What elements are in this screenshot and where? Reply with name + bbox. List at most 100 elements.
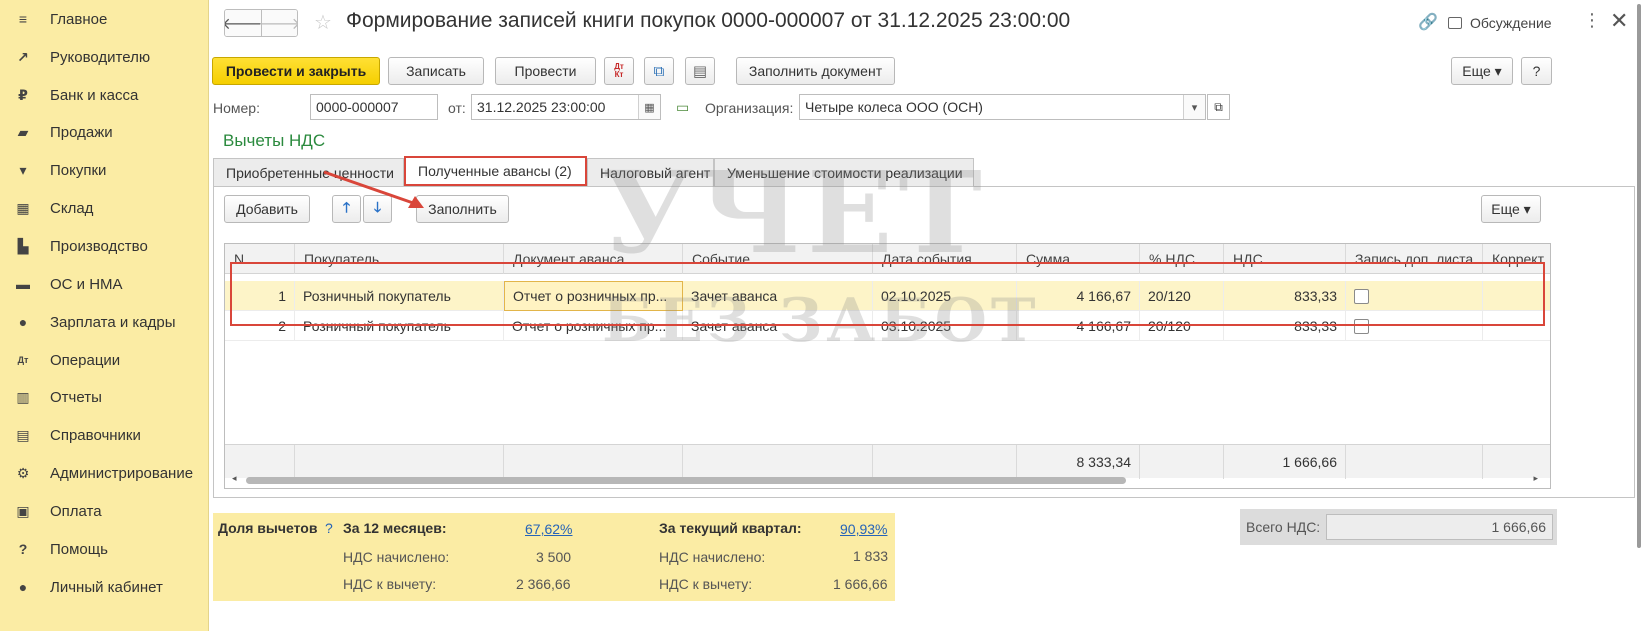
sidebar-item[interactable]: ▥ Отчеты xyxy=(0,378,209,416)
add-button[interactable]: Добавить xyxy=(224,195,310,223)
fill-document-button[interactable]: Заполнить документ xyxy=(736,57,895,85)
table-more-button[interactable]: Еще ▾ xyxy=(1481,195,1541,223)
column-header[interactable]: N xyxy=(225,244,295,274)
link-icon[interactable]: 🔗 xyxy=(1418,12,1438,32)
deductions-label: Доля вычетов xyxy=(218,520,318,536)
sidebar-item[interactable]: ● Личный кабинет xyxy=(0,568,209,606)
discussion-button[interactable]: Обсуждение xyxy=(1448,15,1552,31)
calendar-icon[interactable]: ▦ xyxy=(638,95,660,119)
table-cell-rate[interactable]: 20/120 xyxy=(1140,311,1224,341)
forward-button[interactable]: 🡒 xyxy=(258,10,297,36)
scroll-right-icon[interactable]: ▸ xyxy=(1533,473,1538,484)
scrollbar-thumb[interactable] xyxy=(246,477,1126,484)
save-button[interactable]: Записать xyxy=(388,57,484,85)
extra-sheet-checkbox[interactable] xyxy=(1354,318,1369,334)
table-cell-buyer[interactable]: Розничный покупатель xyxy=(295,281,504,311)
date-field[interactable]: 31.12.2025 23:00:00 ▦ xyxy=(471,94,661,120)
table-cell-date[interactable]: 02.10.2025 xyxy=(873,281,1017,311)
sidebar-item[interactable]: ₽ Банк и касса xyxy=(0,76,209,114)
table-row[interactable]: 1 Розничный покупатель Отчет о розничных п… xyxy=(225,281,1550,311)
title-bar: 🡐 🡒 ☆ Формирование записей книги покупок… xyxy=(210,0,1641,46)
table-cell-sum[interactable]: 4 166,67 xyxy=(1017,281,1140,311)
column-header[interactable]: Коррект xyxy=(1483,244,1550,274)
table-cell-n[interactable]: 2 xyxy=(225,311,295,341)
column-header[interactable]: Событие xyxy=(683,244,873,274)
sidebar-item[interactable]: ⚙ Администрирование xyxy=(0,454,209,492)
correction-cell[interactable] xyxy=(1483,281,1550,311)
deduct-quarter-label: НДС к вычету: xyxy=(659,576,753,592)
dt-kt-button[interactable]: Дт Кт xyxy=(604,57,634,85)
total-vat-value: 1 666,66 xyxy=(1491,519,1547,535)
deductions-panel: Доля вычетов ? За 12 месяцев: 67,62% За … xyxy=(213,513,895,601)
vertical-scrollbar[interactable] xyxy=(1637,4,1641,548)
extra-sheet-cell[interactable] xyxy=(1346,281,1483,311)
open-organization-button[interactable]: ⧉ xyxy=(1207,94,1230,120)
tab-cost-reduction[interactable]: Уменьшение стоимости реализации xyxy=(714,158,974,187)
table-row[interactable]: 2 Розничный покупатель Отчет о розничных п… xyxy=(225,311,1550,341)
footer-cell xyxy=(504,445,683,479)
extra-sheet-checkbox[interactable] xyxy=(1354,288,1369,304)
sidebar-item-label: Отчеты xyxy=(50,388,102,406)
table-cell-vat[interactable]: 833,33 xyxy=(1224,281,1346,311)
quarter-label: За текущий квартал: xyxy=(659,520,802,536)
sidebar-item[interactable]: ● Зарплата и кадры xyxy=(0,303,209,341)
column-header[interactable]: Сумма xyxy=(1017,244,1140,274)
back-button[interactable]: 🡐 xyxy=(225,10,264,36)
table-cell-n[interactable]: 1 xyxy=(225,281,295,311)
chevron-down-icon[interactable]: ▾ xyxy=(1183,95,1205,119)
star-icon[interactable]: ☆ xyxy=(314,10,332,35)
number-field[interactable]: 0000-000007 xyxy=(310,94,438,120)
sidebar-item-label: Справочники xyxy=(50,426,141,444)
accrued-12-label: НДС начислено: xyxy=(343,549,450,565)
sidebar-item[interactable]: ▦ Склад xyxy=(0,189,209,227)
extra-sheet-cell[interactable] xyxy=(1346,311,1483,341)
sidebar-item[interactable]: ≡ Главное xyxy=(0,0,209,38)
table-cell-date[interactable]: 03.10.2025 xyxy=(873,311,1017,341)
number-value: 0000-000007 xyxy=(316,99,399,115)
sidebar-item[interactable]: ▙ Производство xyxy=(0,227,209,265)
sidebar-item[interactable]: ▾ Покупки xyxy=(0,151,209,189)
sidebar-item[interactable]: ▣ Оплата xyxy=(0,492,209,530)
post-button[interactable]: Провести xyxy=(495,57,596,85)
sidebar-item-label: ОС и НМА xyxy=(50,275,123,293)
correction-cell[interactable] xyxy=(1483,311,1550,341)
organization-field[interactable]: Четыре колеса ООО (ОСН) ▾ xyxy=(799,94,1206,120)
sidebar-item[interactable]: ▤ Справочники xyxy=(0,416,209,454)
tab-received-advances[interactable]: Полученные авансы (2) xyxy=(404,156,587,186)
print-button[interactable]: ▤ xyxy=(685,57,715,85)
table-cell-vat[interactable]: 833,33 xyxy=(1224,311,1346,341)
quarter-percent-link[interactable]: 90,93% xyxy=(840,521,887,537)
structure-button[interactable]: ⧉ xyxy=(644,57,674,85)
help-button[interactable]: ? xyxy=(1521,57,1552,85)
column-header[interactable]: Документ аванса xyxy=(504,244,683,274)
tab-tax-agent[interactable]: Налоговый агент xyxy=(587,158,714,187)
table-cell-doc[interactable]: Отчет о розничных пр... xyxy=(504,311,683,341)
sidebar-item[interactable]: Дт Операции xyxy=(0,341,209,379)
table-cell-event[interactable]: Зачет аванса xyxy=(683,281,873,311)
column-header[interactable]: Запись доп. листа xyxy=(1346,244,1483,274)
table-cell-doc[interactable]: Отчет о розничных пр... xyxy=(504,281,683,311)
table-cell-sum[interactable]: 4 166,67 xyxy=(1017,311,1140,341)
table-cell-rate[interactable]: 20/120 xyxy=(1140,281,1224,311)
scroll-left-icon[interactable]: ◂ xyxy=(232,473,237,484)
horizontal-scrollbar[interactable]: ◂ ▸ xyxy=(232,473,1538,485)
column-header[interactable]: % НДС xyxy=(1140,244,1224,274)
truck-icon: ▬ xyxy=(16,276,30,292)
more-button[interactable]: Еще ▾ xyxy=(1451,57,1513,85)
deductions-help-icon[interactable]: ? xyxy=(325,520,333,536)
sidebar-item[interactable]: ▰ Продажи xyxy=(0,113,209,151)
sidebar-item[interactable]: ▬ ОС и НМА xyxy=(0,265,209,303)
months12-percent-link[interactable]: 67,62% xyxy=(525,521,572,537)
kebab-menu-icon[interactable]: ⋮ xyxy=(1583,10,1601,31)
column-header[interactable]: НДС xyxy=(1224,244,1346,274)
table-cell-event[interactable]: Зачет аванса xyxy=(683,311,873,341)
organization-value: Четыре колеса ООО (ОСН) xyxy=(805,99,983,115)
post-and-close-button[interactable]: Провести и закрыть xyxy=(212,57,380,85)
sidebar-item[interactable]: ? Помощь xyxy=(0,530,209,568)
close-icon[interactable]: ✕ xyxy=(1610,8,1628,34)
column-header[interactable]: Покупатель xyxy=(295,244,504,274)
table-cell-buyer[interactable]: Розничный покупатель xyxy=(295,311,504,341)
sidebar-item-label: Операции xyxy=(50,351,121,369)
sidebar-item[interactable]: ↗ Руководителю xyxy=(0,38,209,76)
column-header[interactable]: Дата события xyxy=(873,244,1017,274)
